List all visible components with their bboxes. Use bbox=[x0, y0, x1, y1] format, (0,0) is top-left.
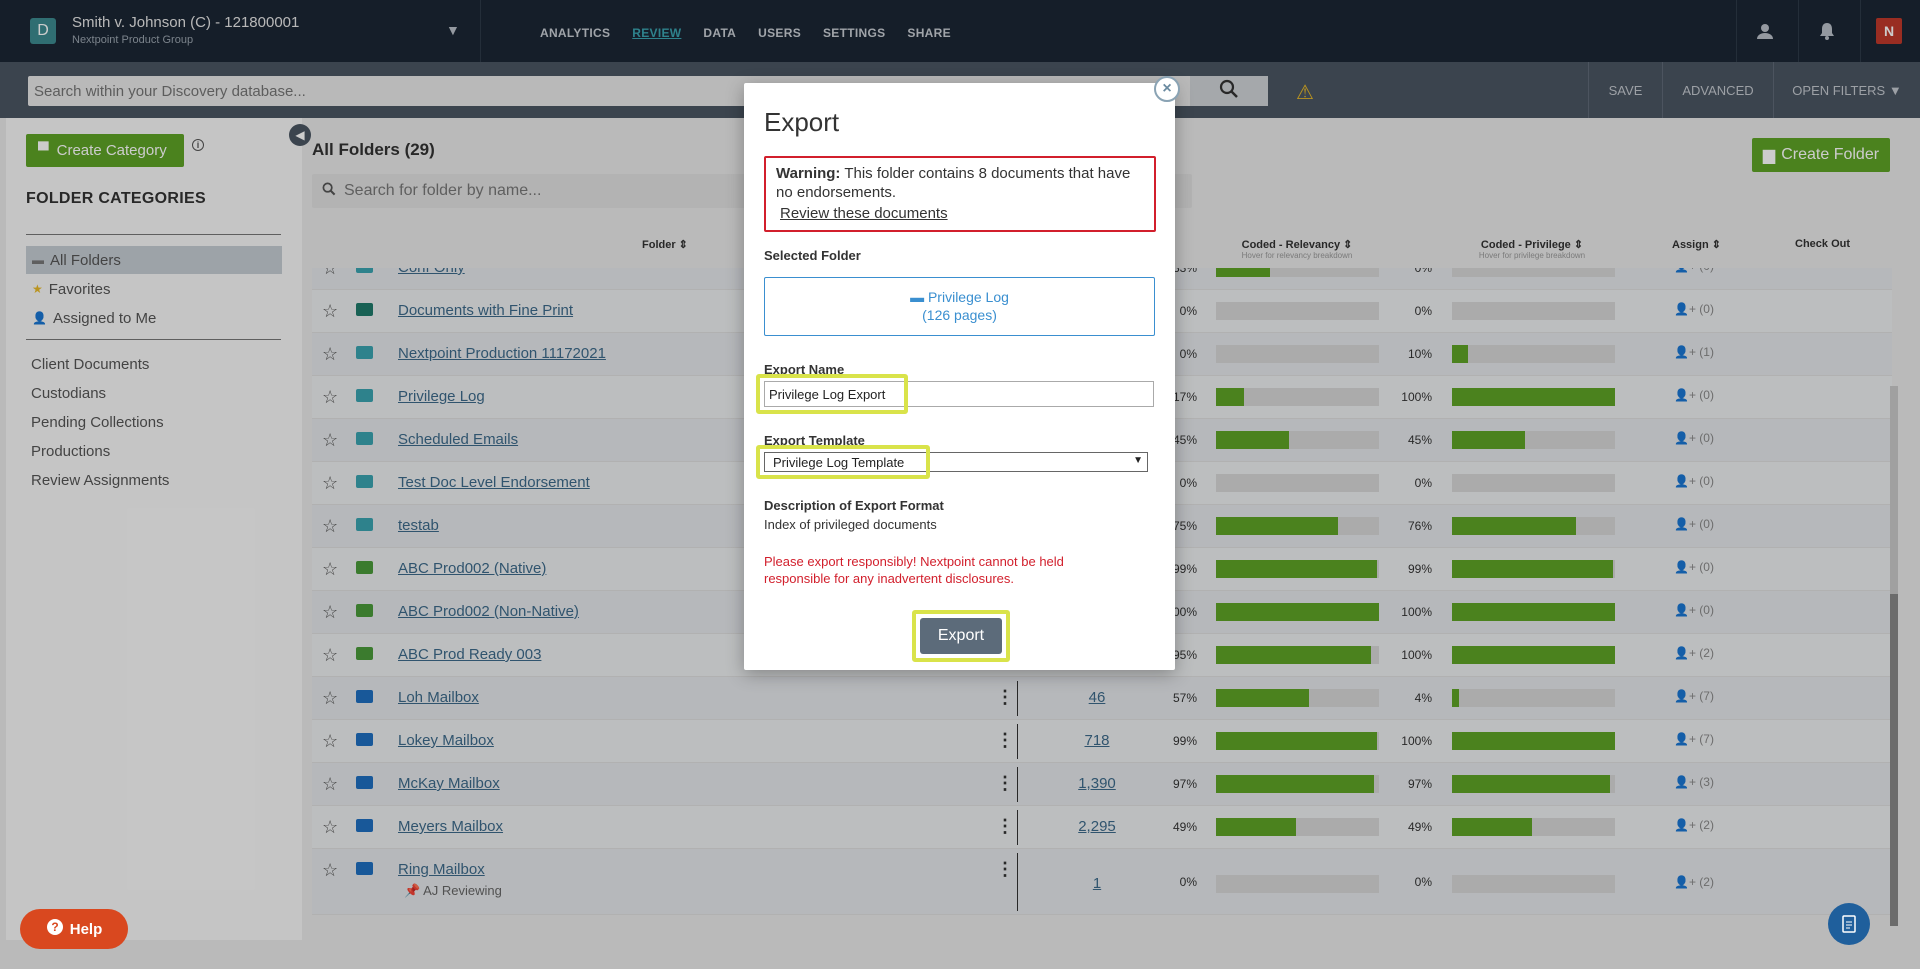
help-label: Help bbox=[69, 920, 103, 938]
warning-prefix: Warning: bbox=[776, 165, 841, 182]
selected-folder-label: Selected Folder bbox=[764, 248, 861, 263]
description-text: Index of privileged documents bbox=[764, 517, 937, 532]
selected-folder-name: Privilege Log bbox=[927, 289, 1009, 305]
svg-text:?: ? bbox=[51, 920, 58, 934]
help-button[interactable]: ? Help bbox=[20, 909, 128, 949]
export-template-highlight bbox=[756, 445, 930, 479]
review-documents-link[interactable]: Review these documents bbox=[780, 204, 1144, 223]
selected-folder-pages: (126 pages) bbox=[922, 307, 997, 323]
description-label: Description of Export Format bbox=[764, 498, 944, 513]
export-modal: × Export Warning: This folder contains 8… bbox=[744, 76, 1180, 670]
modal-title: Export bbox=[764, 107, 840, 137]
selected-folder-card[interactable]: ▬ Privilege Log (126 pages) bbox=[764, 277, 1155, 336]
question-icon: ? bbox=[46, 918, 64, 940]
document-icon[interactable] bbox=[1828, 903, 1870, 945]
export-button[interactable]: Export bbox=[920, 618, 1002, 654]
export-disclaimer: Please export responsibly! Nextpoint can… bbox=[764, 554, 1064, 586]
folder-icon: ▬ bbox=[910, 289, 925, 305]
warning-box: Warning: This folder contains 8 document… bbox=[764, 156, 1156, 232]
chevron-down-icon: ▼ bbox=[1133, 455, 1143, 466]
export-name-highlight bbox=[756, 374, 908, 414]
close-icon[interactable]: × bbox=[1154, 76, 1180, 102]
